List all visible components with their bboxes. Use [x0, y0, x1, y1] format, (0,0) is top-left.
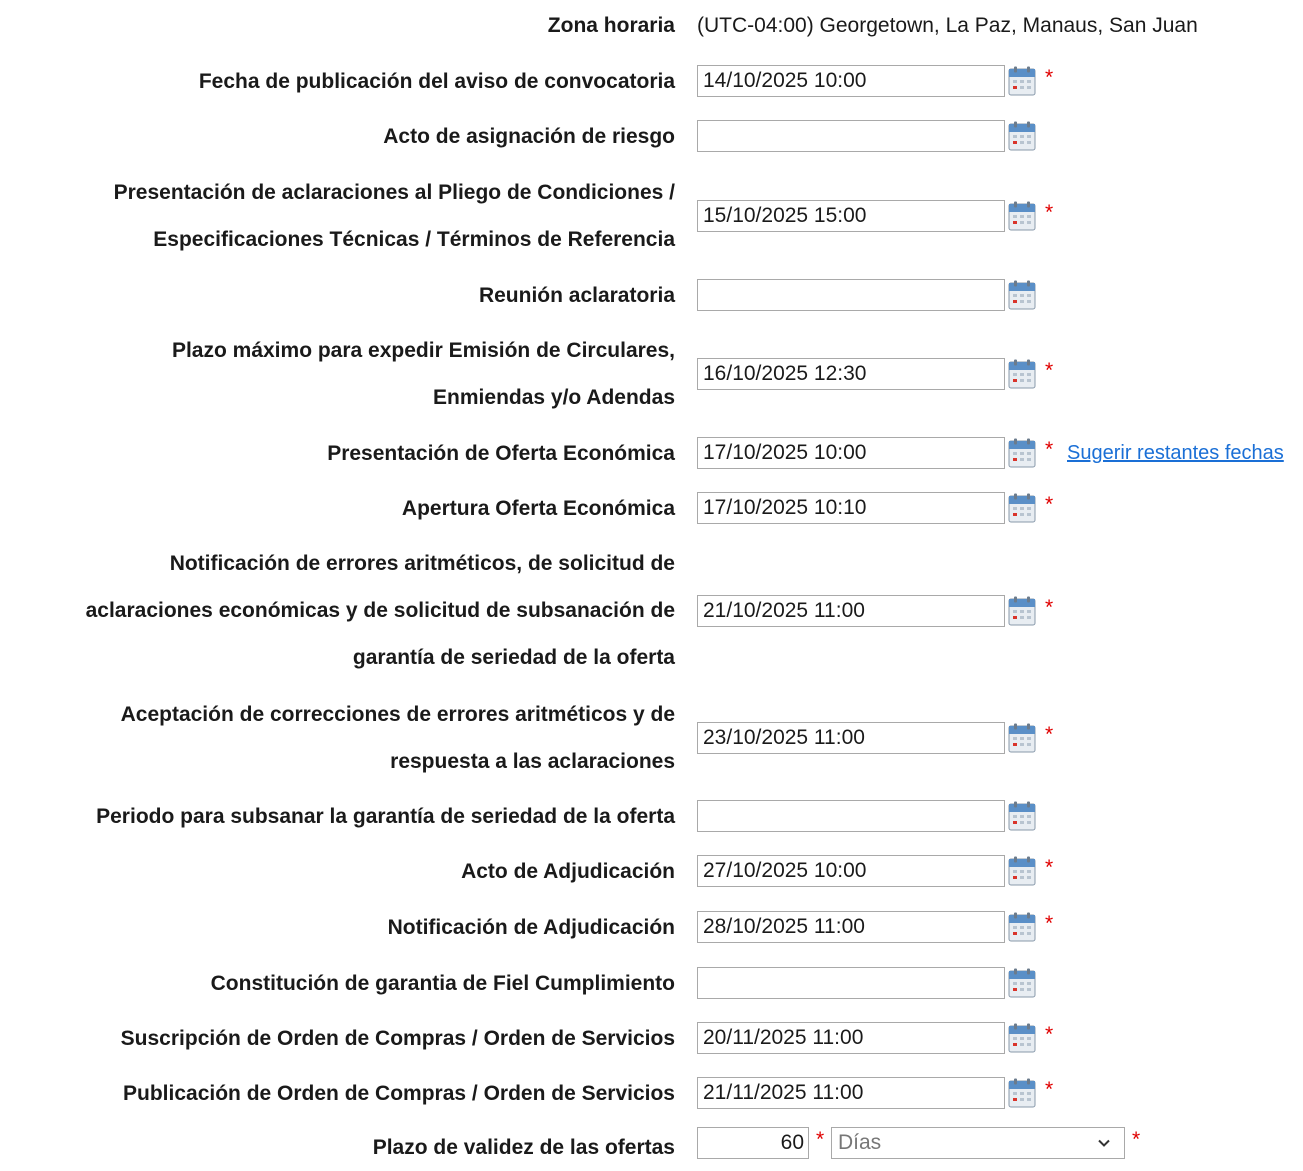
- arithmetic-errors-notification-date-input[interactable]: [697, 595, 1005, 627]
- calendar-icon[interactable]: [1008, 912, 1036, 942]
- field-label: Fecha de publicación del aviso de convoc…: [198, 70, 675, 93]
- economic-offer-opening-date-input[interactable]: [697, 492, 1005, 524]
- date-row-1: Fecha de publicación del aviso de convoc…: [0, 58, 1303, 105]
- field-label: Publicación de Orden de Compras / Orden …: [123, 1082, 675, 1105]
- date-row-4: Reunión aclaratoria: [0, 272, 1303, 319]
- date-row-10: Periodo para subsanar la garantía de ser…: [0, 793, 1303, 840]
- economic-offer-submission-date-input[interactable]: [697, 437, 1005, 469]
- date-row-2: Acto de asignación de riesgo: [0, 113, 1303, 160]
- field-label: Apertura Oferta Económica: [401, 497, 675, 520]
- calendar-icon[interactable]: [1008, 121, 1036, 151]
- order-subscription-date-input[interactable]: [697, 1022, 1005, 1054]
- field-label: Periodo para subsanar la garantía de ser…: [96, 805, 675, 828]
- required-marker: *: [816, 1128, 825, 1151]
- required-marker: *: [1045, 359, 1054, 382]
- calendar-icon[interactable]: [1008, 1078, 1036, 1108]
- corrections-acceptance-date-input[interactable]: [697, 722, 1005, 754]
- field-label: Plazo máximo para expedir Emisión de Cir…: [171, 339, 675, 409]
- date-row-3: Presentación de aclaraciones al Pliego d…: [0, 169, 1303, 263]
- clarification-meeting-date-input[interactable]: [697, 279, 1005, 311]
- calendar-icon[interactable]: [1008, 493, 1036, 523]
- guarantee-correction-period-date-input[interactable]: [697, 800, 1005, 832]
- field-label: Aceptación de correcciones de errores ar…: [120, 703, 675, 773]
- date-row-14: Suscripción de Orden de Compras / Orden …: [0, 1015, 1303, 1062]
- validity-days-input[interactable]: [697, 1127, 809, 1159]
- date-row-12: Notificación de Adjudicación *: [0, 904, 1303, 951]
- date-row-9: Aceptación de correcciones de errores ar…: [0, 691, 1303, 785]
- field-label: Reunión aclaratoria: [478, 284, 675, 307]
- field-label: Presentación de aclaraciones al Pliego d…: [113, 181, 675, 251]
- calendar-icon[interactable]: [1008, 856, 1036, 886]
- timezone-value: (UTC-04:00) Georgetown, La Paz, Manaus, …: [697, 14, 1198, 37]
- calendar-icon[interactable]: [1008, 359, 1036, 389]
- required-marker: *: [1045, 438, 1054, 461]
- calendar-icon[interactable]: [1008, 66, 1036, 96]
- date-row-11: Acto de Adjudicación *: [0, 848, 1303, 895]
- calendar-icon[interactable]: [1008, 801, 1036, 831]
- calendar-icon[interactable]: [1008, 201, 1036, 231]
- date-row-6: Presentación de Oferta Económica * Suger…: [0, 430, 1303, 477]
- field-label: Acto de Adjudicación: [461, 860, 675, 883]
- field-label: Notificación de Adjudicación: [387, 916, 675, 939]
- required-marker: *: [1045, 493, 1054, 516]
- calendar-icon[interactable]: [1008, 1023, 1036, 1053]
- award-notification-date-input[interactable]: [697, 911, 1005, 943]
- required-marker: *: [1045, 201, 1054, 224]
- required-marker: *: [1045, 912, 1054, 935]
- validity-unit-value: Días: [838, 1131, 882, 1154]
- order-publication-date-input[interactable]: [697, 1077, 1005, 1109]
- calendar-icon[interactable]: [1008, 968, 1036, 998]
- validity-row: Plazo de validez de las ofertas * Días *: [0, 1124, 1303, 1171]
- date-row-13: Constitución de garantia de Fiel Cumplim…: [0, 960, 1303, 1007]
- award-act-date-input[interactable]: [697, 855, 1005, 887]
- timezone-row: Zona horaria (UTC-04:00) Georgetown, La …: [0, 2, 1303, 49]
- circulars-deadline-date-input[interactable]: [697, 358, 1005, 390]
- calendar-icon[interactable]: [1008, 280, 1036, 310]
- calendar-icon[interactable]: [1008, 596, 1036, 626]
- required-marker: *: [1045, 856, 1054, 879]
- performance-guarantee-date-input[interactable]: [697, 967, 1005, 999]
- timezone-label: Zona horaria: [547, 14, 675, 37]
- required-marker: *: [1045, 596, 1054, 619]
- field-label: Suscripción de Orden de Compras / Orden …: [120, 1027, 675, 1050]
- required-marker: *: [1045, 1023, 1054, 1046]
- date-row-7: Apertura Oferta Económica *: [0, 485, 1303, 532]
- clarifications-date-input[interactable]: [697, 200, 1005, 232]
- required-marker: *: [1045, 723, 1054, 746]
- date-row-15: Publicación de Orden de Compras / Orden …: [0, 1070, 1303, 1117]
- calendar-icon[interactable]: [1008, 438, 1036, 468]
- suggest-remaining-dates-link[interactable]: Sugerir restantes fechas: [1067, 442, 1284, 465]
- field-label: Presentación de Oferta Económica: [327, 442, 675, 465]
- validity-label: Plazo de validez de las ofertas: [372, 1136, 675, 1159]
- validity-unit-select[interactable]: Días: [831, 1127, 1125, 1159]
- required-marker: *: [1132, 1128, 1141, 1151]
- publication-notice-date-input[interactable]: [697, 65, 1005, 97]
- chevron-down-icon: [1098, 1139, 1110, 1147]
- calendar-icon[interactable]: [1008, 723, 1036, 753]
- date-row-8: Notificación de errores aritméticos, de …: [0, 540, 1303, 681]
- field-label: Notificación de errores aritméticos, de …: [85, 552, 675, 669]
- date-row-5: Plazo máximo para expedir Emisión de Cir…: [0, 327, 1303, 421]
- field-label: Constitución de garantia de Fiel Cumplim…: [210, 972, 675, 995]
- required-marker: *: [1045, 1078, 1054, 1101]
- field-label: Acto de asignación de riesgo: [383, 125, 675, 148]
- risk-assignment-date-input[interactable]: [697, 120, 1005, 152]
- required-marker: *: [1045, 66, 1054, 89]
